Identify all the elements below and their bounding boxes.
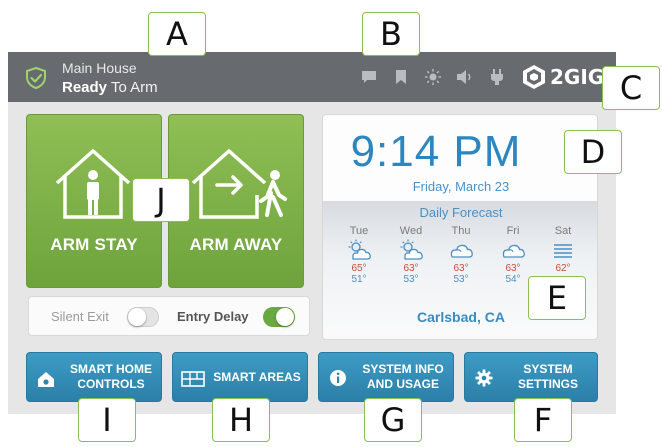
arm-status-text: To Arm [110, 79, 158, 96]
2gig-logo-icon [523, 65, 545, 89]
bookmark-icon[interactable] [390, 66, 412, 88]
toggle-knob [128, 308, 146, 326]
clock-time: 9:14 PM [350, 127, 522, 176]
system-settings-button[interactable]: SYSTEM SETTINGS [464, 352, 598, 402]
temp-high: 65° [351, 263, 367, 274]
temp-low: 54° [505, 274, 521, 285]
silent-exit-toggle[interactable] [127, 307, 159, 327]
home-gear-icon [38, 372, 54, 387]
location-name: Main House [62, 60, 137, 76]
arm-status-bold: Ready [62, 79, 108, 96]
areas-grid-icon [181, 371, 205, 387]
callout-f: F [514, 398, 572, 442]
cloudy-icon [493, 238, 533, 262]
silent-exit-label: Silent Exit [51, 309, 109, 324]
callout-e: E [528, 276, 586, 320]
temp-high: 62° [555, 263, 571, 274]
house-person-icon [55, 149, 131, 219]
status-bar: Main House Ready To Arm 2GIG [8, 52, 616, 102]
brightness-icon[interactable] [422, 66, 444, 88]
temp-low: 51° [351, 274, 367, 285]
day-name: Sat [554, 225, 572, 237]
smart-areas-label: SMART AREAS [213, 369, 301, 384]
fog-icon [543, 238, 583, 262]
forecast-day: Tue 65° 51° [339, 225, 379, 285]
brand-logo: 2GIG [522, 62, 604, 92]
temp-high: 63° [505, 263, 521, 274]
control-panel: Main House Ready To Arm 2GIG ARM STAY AR… [8, 52, 616, 414]
volume-icon[interactable] [454, 66, 476, 88]
info-icon [330, 370, 346, 386]
house-exit-icon [191, 149, 287, 219]
clock-date: Friday, March 23 [412, 179, 510, 194]
system-info-label: SYSTEM INFO AND USAGE [362, 362, 444, 391]
day-name: Fri [506, 225, 520, 237]
message-icon[interactable] [358, 66, 380, 88]
annotated-screenshot: Main House Ready To Arm 2GIG ARM STAY AR… [0, 0, 662, 447]
forecast-day: Thu 63° 53° [441, 225, 481, 285]
arm-away-label: ARM AWAY [189, 235, 283, 254]
callout-h: H [212, 398, 270, 442]
temp-low: 53° [453, 274, 469, 285]
brand-name: 2GIG [550, 65, 605, 89]
shield-check-icon [26, 66, 46, 90]
day-name: Tue [349, 225, 369, 237]
partly-sunny-icon [391, 238, 431, 262]
system-settings-label: SYSTEM SETTINGS [517, 362, 578, 391]
toggle-knob [276, 308, 294, 326]
smart-home-label: SMART HOME CONTROLS [70, 362, 152, 391]
entry-delay-toggle[interactable] [263, 307, 295, 327]
callout-g: G [364, 398, 422, 442]
smart-home-controls-button[interactable]: SMART HOME CONTROLS [26, 352, 162, 402]
callout-j: J [132, 178, 190, 222]
callout-c: C [602, 66, 660, 110]
system-info-button[interactable]: SYSTEM INFO AND USAGE [318, 352, 454, 402]
temp-low: 53° [403, 274, 419, 285]
callout-d: D [564, 130, 622, 174]
entry-delay-label: Entry Delay [177, 309, 249, 324]
smart-areas-button[interactable]: SMART AREAS [172, 352, 308, 402]
forecast-day: Sat 62° [543, 225, 583, 274]
partly-sunny-icon [339, 238, 379, 262]
day-name: Thu [451, 225, 471, 237]
temp-high: 63° [403, 263, 419, 274]
callout-i: I [78, 398, 136, 442]
forecast-day: Fri 63° 54° [493, 225, 533, 285]
plug-icon[interactable] [486, 66, 508, 88]
cloudy-icon [441, 238, 481, 262]
arm-stay-label: ARM STAY [50, 235, 138, 254]
callout-b: B [362, 12, 420, 56]
gear-icon [475, 369, 493, 387]
exit-options-bar: Silent Exit Entry Delay [28, 296, 310, 336]
day-name: Wed [399, 225, 423, 237]
forecast-title: Daily Forecast [419, 205, 503, 220]
temp-high: 63° [453, 263, 469, 274]
arm-status: Ready To Arm [62, 79, 158, 96]
forecast-day: Wed 63° 53° [391, 225, 431, 285]
callout-a: A [148, 12, 206, 56]
